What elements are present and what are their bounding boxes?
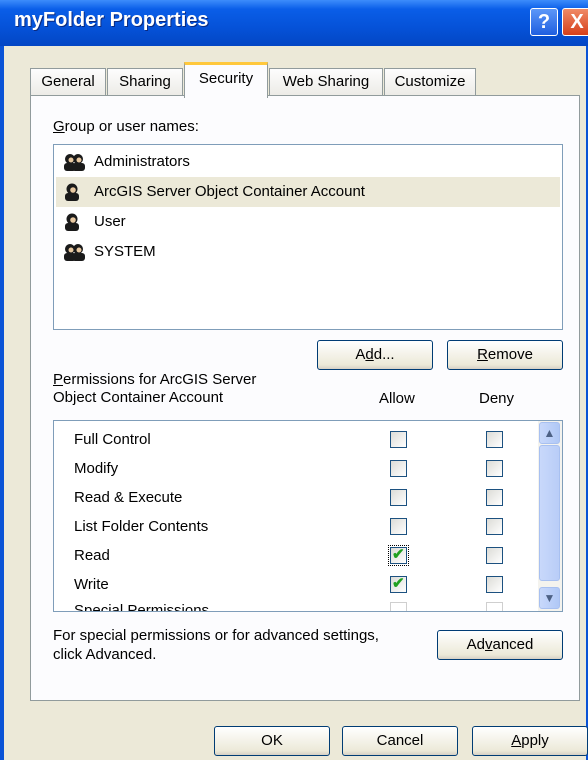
group-user-names-label: Group or user names: bbox=[53, 118, 199, 135]
table-row: Full Control bbox=[54, 425, 538, 454]
table-row: Read & Execute bbox=[54, 483, 538, 512]
scroll-down-icon[interactable]: ▼ bbox=[539, 587, 560, 609]
tab-security[interactable]: Security bbox=[184, 62, 268, 98]
properties-dialog: myFolder Properties ? X General Sharing … bbox=[0, 0, 588, 760]
permissions-label: Permissions for ArcGIS Server Object Cont… bbox=[53, 371, 257, 406]
allow-checkbox[interactable] bbox=[390, 518, 407, 535]
special-permissions-text: For special permissions or for advanced … bbox=[53, 627, 379, 663]
user-name: Administrators bbox=[94, 153, 190, 170]
list-item[interactable]: ArcGIS Server Object Container Account bbox=[56, 177, 560, 207]
tab-sharing[interactable]: Sharing bbox=[107, 68, 183, 96]
allow-checkbox[interactable]: ✔ bbox=[390, 575, 407, 593]
cancel-button[interactable]: Cancel bbox=[342, 726, 458, 756]
permission-name: Special Permissions bbox=[74, 602, 210, 612]
deny-checkbox[interactable] bbox=[486, 460, 503, 477]
permission-name: Full Control bbox=[74, 431, 151, 448]
user-group-icon bbox=[64, 154, 85, 171]
apply-button[interactable]: Apply bbox=[472, 726, 588, 756]
deny-checkbox[interactable] bbox=[486, 489, 503, 506]
table-row: Read ✔ bbox=[54, 541, 538, 570]
close-button[interactable]: X bbox=[562, 8, 588, 36]
table-row: Modify bbox=[54, 454, 538, 483]
tab-customize[interactable]: Customize bbox=[384, 68, 476, 96]
deny-column-header: Deny bbox=[479, 390, 515, 407]
user-list[interactable]: Administrators ArcGIS Server Object Cont… bbox=[53, 144, 563, 330]
permission-name: Read bbox=[74, 547, 110, 564]
ok-button[interactable]: OK bbox=[214, 726, 330, 756]
deny-checkbox[interactable] bbox=[486, 547, 503, 564]
advanced-button[interactable]: Advanced bbox=[437, 630, 563, 660]
table-row: List Folder Contents bbox=[54, 512, 538, 541]
title-bar[interactable]: myFolder Properties ? X bbox=[0, 0, 588, 46]
add-button[interactable]: Add... bbox=[317, 340, 433, 370]
allow-column-header: Allow bbox=[379, 390, 415, 407]
tab-web-sharing[interactable]: Web Sharing bbox=[269, 68, 383, 96]
deny-checkbox[interactable] bbox=[486, 576, 503, 593]
deny-checkbox[interactable] bbox=[486, 602, 503, 611]
deny-checkbox[interactable] bbox=[486, 518, 503, 535]
permission-name: Write bbox=[74, 576, 109, 593]
user-group-icon bbox=[64, 244, 85, 261]
check-icon: ✔ bbox=[392, 575, 405, 592]
table-row: Special Permissions bbox=[54, 597, 538, 612]
check-icon: ✔ bbox=[392, 546, 405, 563]
deny-checkbox[interactable] bbox=[486, 431, 503, 448]
scroll-thumb[interactable] bbox=[539, 445, 560, 581]
remove-button[interactable]: Remove bbox=[447, 340, 563, 370]
user-icon bbox=[65, 183, 79, 201]
scroll-up-icon[interactable]: ▲ bbox=[539, 422, 560, 444]
list-item[interactable]: SYSTEM bbox=[56, 237, 560, 267]
user-name: SYSTEM bbox=[94, 243, 156, 260]
user-name: User bbox=[94, 213, 126, 230]
help-button[interactable]: ? bbox=[530, 8, 558, 36]
security-panel: Group or user names: Administrators ArcG… bbox=[30, 95, 580, 701]
allow-checkbox[interactable] bbox=[390, 431, 407, 448]
user-icon bbox=[65, 213, 79, 231]
list-item[interactable]: Administrators bbox=[56, 147, 560, 177]
permissions-scrollbar[interactable]: ▲ ▼ bbox=[538, 421, 562, 611]
tab-general[interactable]: General bbox=[30, 68, 106, 96]
table-row: Write ✔ bbox=[54, 570, 538, 599]
list-item[interactable]: User bbox=[56, 207, 560, 237]
allow-checkbox[interactable] bbox=[390, 460, 407, 477]
allow-checkbox[interactable] bbox=[390, 489, 407, 506]
allow-checkbox[interactable]: ✔ bbox=[388, 545, 409, 566]
user-name: ArcGIS Server Object Container Account bbox=[94, 183, 365, 200]
allow-checkbox[interactable] bbox=[390, 602, 407, 611]
permission-name: List Folder Contents bbox=[74, 518, 209, 535]
window-title: myFolder Properties bbox=[14, 9, 209, 31]
permission-name: Modify bbox=[74, 460, 119, 477]
permissions-list[interactable]: Full Control Modify Read & Execute List … bbox=[53, 420, 563, 612]
permission-name: Read & Execute bbox=[74, 489, 183, 506]
